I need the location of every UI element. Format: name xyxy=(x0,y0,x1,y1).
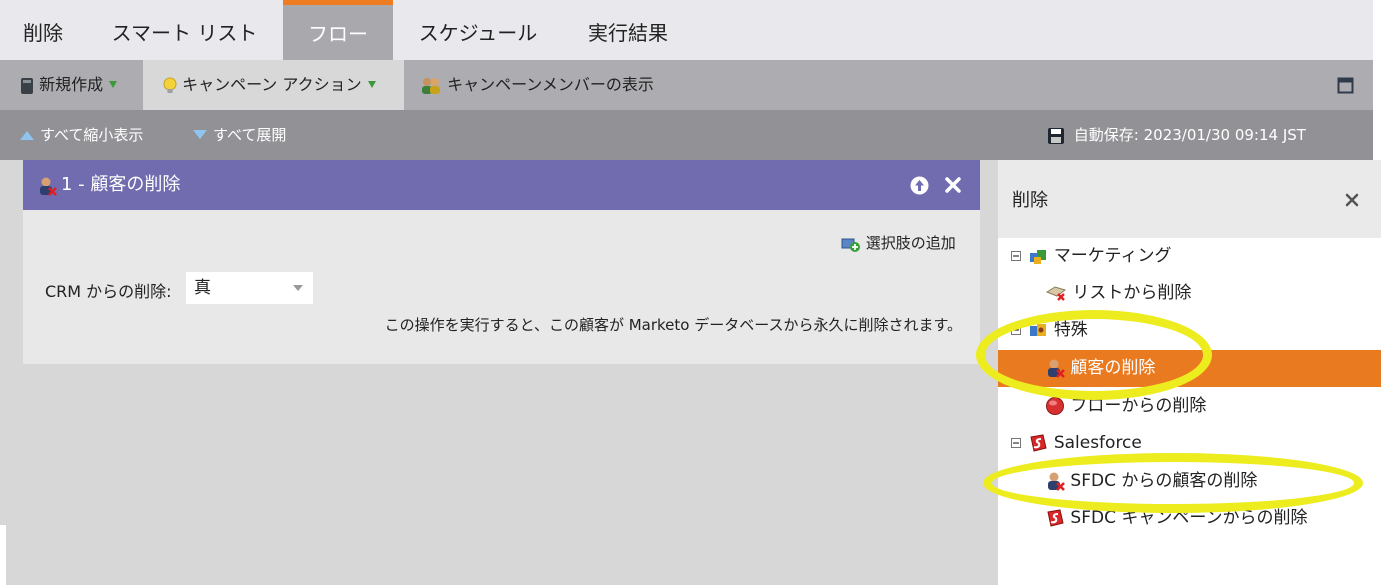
new-menu-label: 新規作成 xyxy=(39,75,104,94)
tree-item-label: SFDC キャンペーンからの削除 xyxy=(1070,508,1308,528)
tree-item-remove-from-flow[interactable]: フローからの削除 xyxy=(998,388,1381,425)
new-menu-button[interactable]: 新規作成 xyxy=(0,60,143,110)
save-icon xyxy=(1048,127,1064,144)
tree-item-delete-person[interactable]: 顧客の削除 xyxy=(998,350,1381,387)
tree-group-marketing[interactable]: マーケティング xyxy=(998,238,1381,275)
expand-icon xyxy=(193,130,207,139)
lightbulb-icon xyxy=(163,77,177,93)
view-members-label: キャンペーンメンバーの表示 xyxy=(447,75,654,94)
delete-person-icon xyxy=(40,177,57,196)
collapse-toggle-icon[interactable] xyxy=(1011,251,1021,261)
tree-group-label: Salesforce xyxy=(1053,433,1142,453)
collapse-toggle-icon[interactable] xyxy=(1011,438,1021,448)
window-edge xyxy=(1373,0,1381,160)
toolbar: 新規作成 キャンペーン アクション キャンペーンメンバーの表示 xyxy=(0,60,1373,110)
action-palette: 削除 マーケティング リストから削除 特殊 顧客の削除 フローからの削除 Sal… xyxy=(998,160,1381,585)
autosave-label: 自動保存: 2023/01/30 09:14 JST xyxy=(1073,126,1306,144)
tree-item-remove-from-sfdc-campaign[interactable]: SFDC キャンペーンからの削除 xyxy=(998,500,1381,537)
tab-flow[interactable]: フロー xyxy=(283,0,393,60)
flow-step-title: 1 - 顧客の削除 xyxy=(61,174,181,195)
move-up-icon[interactable] xyxy=(910,176,929,195)
tree-group-salesforce[interactable]: Salesforce xyxy=(998,425,1381,462)
crm-delete-label: CRM からの削除: xyxy=(45,282,172,301)
tab-smart-list[interactable]: スマート リスト xyxy=(86,0,283,60)
tree-item-label: 顧客の削除 xyxy=(1070,358,1156,378)
add-choice-label: 選択肢の追加 xyxy=(865,234,956,252)
close-icon[interactable] xyxy=(944,176,962,194)
salesforce-remove-icon xyxy=(1047,509,1064,527)
flow-step-body: 選択肢の追加 CRM からの削除: 真 この操作を実行すると、この顧客が Mar… xyxy=(23,210,980,364)
collapse-icon xyxy=(20,131,34,140)
expand-all-button[interactable]: すべて展開 xyxy=(193,110,286,160)
collapse-all-button[interactable]: すべて縮小表示 xyxy=(20,110,143,160)
tree-group-label: マーケティング xyxy=(1053,246,1172,266)
delete-person-icon xyxy=(1048,472,1065,491)
autosave-status: 自動保存: 2023/01/30 09:14 JST xyxy=(1047,110,1306,160)
chevron-down-icon xyxy=(367,81,376,88)
marketing-folder-icon xyxy=(1030,250,1047,264)
tree-group-special[interactable]: 特殊 xyxy=(998,312,1381,349)
window-edge xyxy=(0,525,6,585)
collapse-all-label: すべて縮小表示 xyxy=(40,126,144,144)
add-choice-icon xyxy=(841,238,860,252)
add-choice-button[interactable]: 選択肢の追加 xyxy=(841,232,956,253)
salesforce-icon xyxy=(1030,434,1048,452)
flow-options-bar: すべて縮小表示 すべて展開 自動保存: 2023/01/30 09:14 JST xyxy=(0,110,1373,160)
tab-results[interactable]: 実行結果 xyxy=(563,0,693,60)
action-description: この操作を実行すると、この顧客が Marketo データベースから永久に削除され… xyxy=(384,316,962,334)
tree-item-remove-from-list[interactable]: リストから削除 xyxy=(998,275,1381,312)
new-document-icon xyxy=(21,77,33,94)
campaign-actions-label: キャンペーン アクション xyxy=(182,75,362,94)
stop-icon xyxy=(1046,397,1064,415)
tree-group-label: 特殊 xyxy=(1053,320,1088,340)
close-icon[interactable] xyxy=(1345,193,1359,207)
crm-delete-value: 真 xyxy=(194,278,211,298)
maximize-icon[interactable] xyxy=(1337,77,1354,94)
palette-header: 削除 xyxy=(998,160,1381,238)
special-folder-icon xyxy=(1030,324,1047,336)
chevron-down-icon xyxy=(293,285,303,291)
members-icon xyxy=(422,77,440,94)
tree-item-delete-from-sfdc[interactable]: SFDC からの顧客の削除 xyxy=(998,463,1381,500)
tree-item-label: SFDC からの顧客の削除 xyxy=(1070,471,1258,491)
campaign-actions-button[interactable]: キャンペーン アクション xyxy=(143,60,404,110)
collapse-toggle-icon[interactable] xyxy=(1011,325,1021,335)
list-remove-icon xyxy=(1045,286,1067,301)
top-tab-bar: 削除 スマート リスト フロー スケジュール 実行結果 xyxy=(0,0,1373,60)
tree-item-label: フローからの削除 xyxy=(1070,396,1207,416)
tab-schedule[interactable]: スケジュール xyxy=(393,0,563,60)
flow-canvas: 1 - 顧客の削除 選択肢の追加 CRM からの削除: 真 この操作を実行すると… xyxy=(0,160,998,585)
palette-search-term: 削除 xyxy=(1012,190,1048,211)
expand-all-label: すべて展開 xyxy=(213,126,287,144)
tab-delete[interactable]: 削除 xyxy=(0,0,86,60)
crm-delete-select[interactable]: 真 xyxy=(186,272,313,304)
tree-item-label: リストから削除 xyxy=(1072,283,1192,303)
flow-step-header[interactable]: 1 - 顧客の削除 xyxy=(23,160,980,210)
delete-person-icon xyxy=(1048,359,1065,378)
view-members-button[interactable]: キャンペーンメンバーの表示 xyxy=(420,60,680,110)
chevron-down-icon xyxy=(109,81,118,88)
